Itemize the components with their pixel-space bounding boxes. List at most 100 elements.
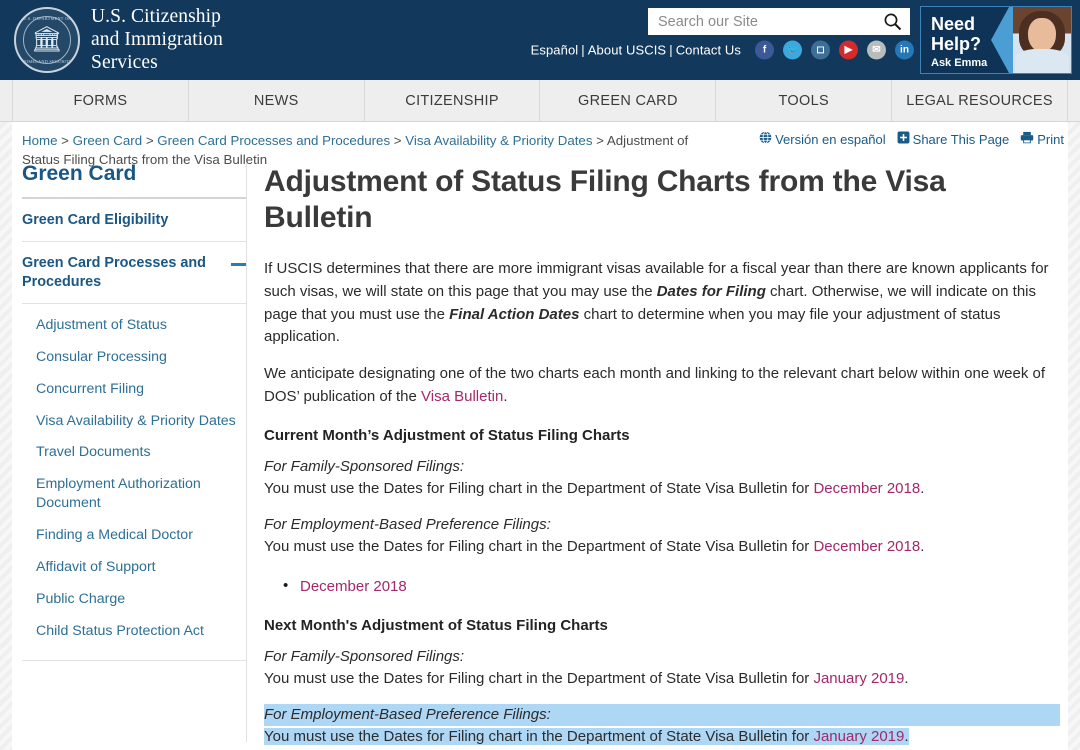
social-links: f 🐦 ◻ ▶ ✉ in (755, 41, 914, 60)
current-month-bullet-link[interactable]: December 2018 (300, 578, 407, 595)
ask-emma-widget[interactable]: Need Help? Ask Emma (920, 6, 1072, 74)
breadcrumb-separator-2: > (142, 133, 157, 148)
next-family-label: For Family-Sponsored Filings: (264, 646, 1060, 669)
twitter-icon[interactable]: 🐦 (783, 41, 802, 60)
breadcrumb-item-green-card[interactable]: Green Card (73, 133, 142, 148)
sidebar-title: Green Card (22, 162, 246, 199)
main-content: Adjustment of Status Filing Charts from … (264, 164, 1060, 750)
linkedin-icon[interactable]: in (895, 41, 914, 60)
nav-item-forms[interactable]: FORMS (12, 80, 189, 121)
next-family-link[interactable]: January 2019 (813, 670, 904, 687)
sidebar-section-label[interactable]: Green Card Eligibility (22, 211, 168, 230)
breadcrumb-separator-3: > (390, 133, 405, 148)
current-employment-label: For Employment-Based Preference Filings: (264, 514, 1060, 537)
intro-paragraph-1: If USCIS determines that there are more … (264, 258, 1060, 349)
sidebar-section-label[interactable]: Green Card Processes and Procedures (22, 254, 223, 292)
next-family-text-after: . (904, 670, 908, 687)
next-employment-text-before: You must use the Dates for Filing chart … (264, 728, 813, 745)
page-title: Adjustment of Status Filing Charts from … (264, 164, 1060, 236)
sidebar-sub-list: Adjustment of Status Consular Processing… (22, 304, 246, 647)
main-navigation: FORMS NEWS CITIZENSHIP GREEN CARD TOOLS … (0, 80, 1080, 122)
utility-link-espanol[interactable]: Español (531, 43, 579, 58)
current-month-employment-block: For Employment-Based Preference Filings:… (264, 514, 1060, 559)
site-brand[interactable]: U.S. DEPARTMENT OF 🏛 HOMELAND SECURITY U… (14, 6, 223, 74)
instagram-icon[interactable]: ◻ (811, 41, 830, 60)
print-label: Print (1037, 132, 1064, 147)
youtube-icon[interactable]: ▶ (839, 41, 858, 60)
current-month-family-block: For Family-Sponsored Filings: You must u… (264, 456, 1060, 501)
site-search[interactable] (648, 8, 910, 35)
share-plus-icon (897, 131, 910, 147)
nav-item-tools[interactable]: TOOLS (716, 80, 892, 121)
current-month-heading: Current Month’s Adjustment of Status Fil… (264, 427, 1060, 444)
version-espanol-label: Versión en español (775, 132, 886, 147)
facebook-icon[interactable]: f (755, 41, 774, 60)
page-tools: Versión en español Share This Page (759, 131, 1064, 147)
breadcrumb-separator-1: > (57, 133, 72, 148)
globe-icon (759, 131, 772, 147)
breadcrumb-item-visa-availability[interactable]: Visa Availability & Priority Dates (405, 133, 592, 148)
seal-text-top: U.S. DEPARTMENT OF (16, 16, 78, 21)
utility-link-about-uscis[interactable]: About USCIS (588, 43, 666, 58)
intro-p2-part2: . (503, 388, 507, 405)
current-employment-text: You must use the Dates for Filing chart … (264, 536, 1060, 559)
minus-icon[interactable] (231, 263, 246, 266)
sidebar-item-visa-availability[interactable]: Visa Availability & Priority Dates (22, 405, 246, 437)
intro-p1-emphasis-dates-for-filing: Dates for Filing (657, 283, 766, 300)
seal-text-bottom: HOMELAND SECURITY (16, 59, 78, 64)
list-item[interactable]: December 2018 (264, 575, 1060, 599)
agency-name-line-3: Services (91, 52, 223, 75)
share-page-label: Share This Page (913, 132, 1010, 147)
print-button[interactable]: Print (1020, 131, 1064, 147)
utility-separator-2: | (666, 43, 675, 58)
current-family-text: You must use the Dates for Filing chart … (264, 478, 1060, 501)
share-page-button[interactable]: Share This Page (897, 131, 1010, 147)
nav-item-legal-resources[interactable]: LEGAL RESOURCES (892, 80, 1068, 121)
sidebar: Green Card Green Card Eligibility Green … (22, 162, 246, 661)
email-icon[interactable]: ✉ (867, 41, 886, 60)
breadcrumb-item-home[interactable]: Home (22, 133, 57, 148)
sidebar-vertical-divider (246, 162, 247, 742)
sidebar-item-employment-authorization-document[interactable]: Employment Authorization Document (22, 469, 246, 520)
dhs-seal-icon: U.S. DEPARTMENT OF 🏛 HOMELAND SECURITY (14, 7, 80, 73)
utility-link-contact-us[interactable]: Contact Us (676, 43, 741, 58)
sidebar-item-adjustment-of-status[interactable]: Adjustment of Status (22, 309, 246, 341)
sidebar-item-affidavit-of-support[interactable]: Affidavit of Support (22, 551, 246, 583)
next-employment-text-after: . (904, 728, 908, 745)
utility-links: Español|About USCIS|Contact Us (531, 43, 741, 58)
nav-item-green-card[interactable]: GREEN CARD (540, 80, 716, 121)
next-employment-link[interactable]: January 2019 (813, 728, 904, 745)
intro-p1-emphasis-final-action-dates: Final Action Dates (449, 306, 579, 323)
emma-line-1: Need (931, 14, 987, 34)
current-family-link[interactable]: December 2018 (813, 480, 920, 497)
search-input[interactable] (658, 14, 881, 30)
emma-line-2: Help? (931, 34, 987, 54)
current-family-text-before: You must use the Dates for Filing chart … (264, 480, 813, 497)
sidebar-item-consular-processing[interactable]: Consular Processing (22, 341, 246, 373)
nav-item-news[interactable]: NEWS (189, 80, 365, 121)
sidebar-item-child-status-protection-act[interactable]: Child Status Protection Act (22, 615, 246, 647)
current-family-label: For Family-Sponsored Filings: (264, 456, 1060, 479)
sidebar-section-green-card-eligibility[interactable]: Green Card Eligibility (22, 199, 246, 242)
sidebar-item-travel-documents[interactable]: Travel Documents (22, 437, 246, 469)
header-utility-row: Español|About USCIS|Contact Us f 🐦 ◻ ▶ ✉… (531, 41, 914, 60)
breadcrumb-item-processes[interactable]: Green Card Processes and Procedures (157, 133, 390, 148)
next-family-text-before: You must use the Dates for Filing chart … (264, 670, 813, 687)
nav-item-citizenship[interactable]: CITIZENSHIP (365, 80, 541, 121)
sidebar-bottom-divider (22, 660, 246, 661)
visa-bulletin-link[interactable]: Visa Bulletin (421, 388, 503, 405)
sidebar-item-concurrent-filing[interactable]: Concurrent Filing (22, 373, 246, 405)
current-employment-link[interactable]: December 2018 (813, 538, 920, 555)
sidebar-section-processes-and-procedures[interactable]: Green Card Processes and Procedures (22, 242, 246, 304)
version-espanol-button[interactable]: Versión en español (759, 131, 886, 147)
utility-separator-1: | (578, 43, 587, 58)
emma-avatar (1013, 7, 1071, 73)
next-month-employment-block: For Employment-Based Preference Filings:… (264, 704, 1060, 749)
search-icon[interactable] (881, 12, 904, 31)
agency-name-line-1: U.S. Citizenship (91, 6, 223, 29)
sidebar-item-finding-a-medical-doctor[interactable]: Finding a Medical Doctor (22, 520, 246, 552)
sidebar-item-public-charge[interactable]: Public Charge (22, 583, 246, 615)
intro-p2-part1: We anticipate designating one of the two… (264, 365, 1045, 405)
breadcrumb-separator-4: > (592, 133, 606, 148)
agency-name: U.S. Citizenship and Immigration Service… (91, 6, 223, 74)
